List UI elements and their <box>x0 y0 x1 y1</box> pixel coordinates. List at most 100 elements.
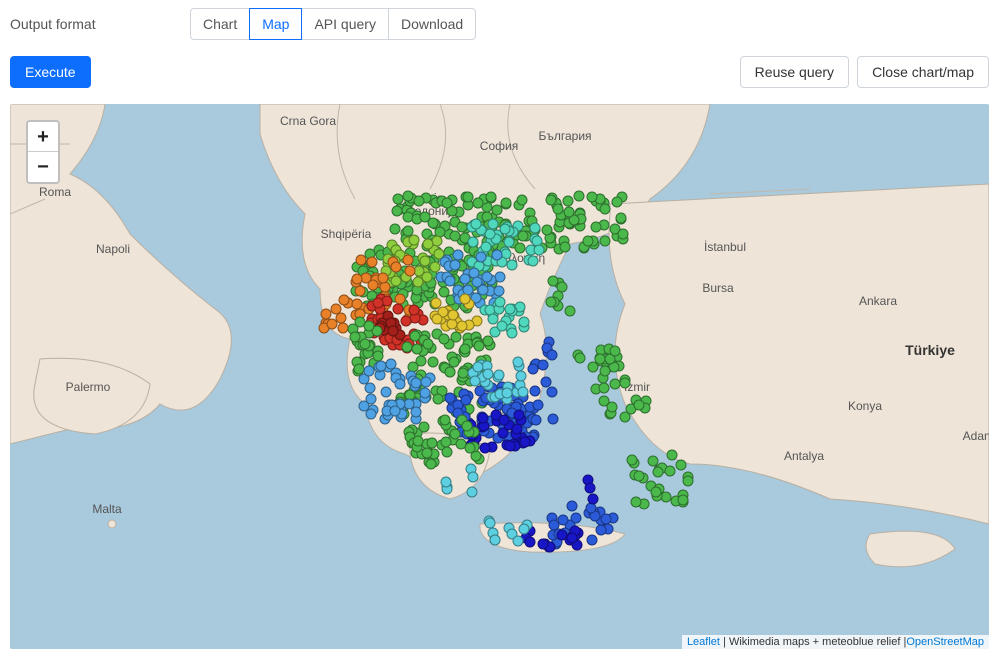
data-point[interactable] <box>501 388 512 399</box>
data-point[interactable] <box>372 297 383 308</box>
data-point[interactable] <box>469 376 480 387</box>
data-point[interactable] <box>470 219 481 230</box>
data-point[interactable] <box>499 224 510 235</box>
data-point[interactable] <box>534 245 545 256</box>
data-point[interactable] <box>653 467 664 478</box>
data-point[interactable] <box>527 256 538 267</box>
data-point[interactable] <box>540 376 551 387</box>
data-point[interactable] <box>498 415 509 426</box>
data-point[interactable] <box>444 275 455 286</box>
data-point[interactable] <box>515 370 526 381</box>
data-point[interactable] <box>482 272 493 283</box>
data-point[interactable] <box>475 251 486 262</box>
data-point[interactable] <box>408 304 419 315</box>
data-point[interactable] <box>682 476 693 487</box>
zoom-out-button[interactable]: − <box>28 152 58 182</box>
data-point[interactable] <box>511 424 522 435</box>
data-point[interactable] <box>459 273 470 284</box>
data-point[interactable] <box>530 414 541 425</box>
data-point[interactable] <box>500 197 511 208</box>
data-point[interactable] <box>529 385 540 396</box>
data-point[interactable] <box>599 204 610 215</box>
data-point[interactable] <box>450 331 461 342</box>
data-point[interactable] <box>564 306 575 317</box>
data-point[interactable] <box>462 421 473 432</box>
data-point[interactable] <box>440 477 451 488</box>
tab-download[interactable]: Download <box>388 8 476 40</box>
data-point[interactable] <box>421 448 432 459</box>
data-point[interactable] <box>432 393 443 404</box>
data-point[interactable] <box>586 191 597 202</box>
data-point[interactable] <box>631 496 642 507</box>
data-point[interactable] <box>411 343 422 354</box>
data-point[interactable] <box>402 341 413 352</box>
data-point[interactable] <box>574 191 585 202</box>
data-point[interactable] <box>485 192 496 203</box>
data-point[interactable] <box>620 411 631 422</box>
attribution-osm-link[interactable]: OpenStreetMap <box>906 636 984 648</box>
data-point[interactable] <box>560 242 571 253</box>
data-point[interactable] <box>471 276 482 287</box>
data-point[interactable] <box>599 235 610 246</box>
data-point[interactable] <box>413 195 424 206</box>
data-point[interactable] <box>438 334 449 345</box>
data-point[interactable] <box>666 449 677 460</box>
data-point[interactable] <box>498 427 509 438</box>
data-point[interactable] <box>590 222 601 233</box>
data-point[interactable] <box>330 304 341 315</box>
data-point[interactable] <box>492 250 503 261</box>
data-point[interactable] <box>677 494 688 505</box>
data-point[interactable] <box>493 370 504 381</box>
data-point[interactable] <box>327 318 338 329</box>
data-point[interactable] <box>402 191 413 202</box>
data-point[interactable] <box>419 211 430 222</box>
data-point[interactable] <box>489 535 500 546</box>
data-point[interactable] <box>619 377 630 388</box>
data-point[interactable] <box>517 231 528 242</box>
data-point[interactable] <box>378 273 389 284</box>
data-point[interactable] <box>418 421 429 432</box>
data-point[interactable] <box>574 353 585 364</box>
data-point[interactable] <box>530 222 541 233</box>
data-point[interactable] <box>514 410 525 421</box>
data-point[interactable] <box>423 238 434 249</box>
data-point[interactable] <box>473 340 484 351</box>
tab-api-query[interactable]: API query <box>301 8 388 40</box>
data-point[interactable] <box>391 276 402 287</box>
data-point[interactable] <box>390 406 401 417</box>
data-point[interactable] <box>633 470 644 481</box>
data-point[interactable] <box>598 396 609 407</box>
map[interactable]: RomaNapoliPalermoMaltaCrna GoraСкопјеМак… <box>10 104 989 649</box>
data-point[interactable] <box>411 406 422 417</box>
execute-button[interactable]: Execute <box>10 56 91 88</box>
data-point[interactable] <box>391 206 402 217</box>
data-point[interactable] <box>422 271 433 282</box>
data-point[interactable] <box>389 223 400 234</box>
data-point[interactable] <box>467 237 478 248</box>
data-point[interactable] <box>449 429 460 440</box>
data-point[interactable] <box>411 377 422 388</box>
data-point[interactable] <box>567 532 578 543</box>
data-point[interactable] <box>517 387 528 398</box>
data-point[interactable] <box>650 486 661 497</box>
zoom-in-button[interactable]: + <box>28 122 58 152</box>
data-point[interactable] <box>364 382 375 393</box>
data-point[interactable] <box>519 436 530 447</box>
data-point[interactable] <box>425 458 436 469</box>
data-point[interactable] <box>410 331 421 342</box>
data-point[interactable] <box>506 328 517 339</box>
data-point[interactable] <box>585 482 596 493</box>
data-point[interactable] <box>473 362 484 373</box>
data-point[interactable] <box>537 360 548 371</box>
data-point[interactable] <box>409 234 420 245</box>
data-point[interactable] <box>627 455 638 466</box>
data-point[interactable] <box>449 230 460 241</box>
data-point[interactable] <box>363 320 374 331</box>
data-point[interactable] <box>546 386 557 397</box>
data-point[interactable] <box>484 518 495 529</box>
data-point[interactable] <box>481 241 492 252</box>
data-point[interactable] <box>420 256 431 267</box>
data-point[interactable] <box>431 314 442 325</box>
data-point[interactable] <box>351 273 362 284</box>
data-point[interactable] <box>439 415 450 426</box>
